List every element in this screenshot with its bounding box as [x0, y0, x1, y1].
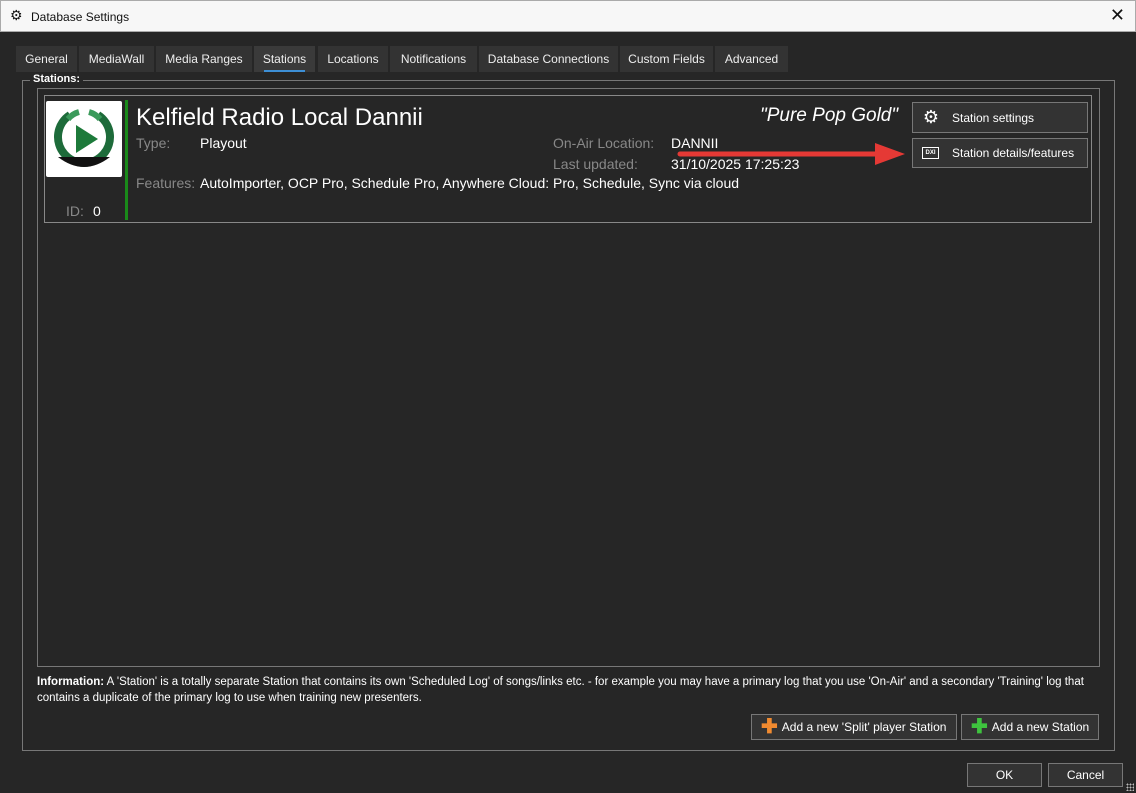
- close-button[interactable]: ✕: [1110, 5, 1125, 26]
- add-split-label: Add a new 'Split' player Station: [781, 720, 947, 734]
- information-text: Information: A 'Station' is a totally se…: [37, 674, 1097, 706]
- tab-locations[interactable]: Locations: [318, 46, 388, 72]
- tab-stations[interactable]: Stations: [254, 46, 315, 72]
- group-label: Stations:: [30, 73, 84, 85]
- station-details-button[interactable]: DXI Station details/features: [912, 138, 1088, 168]
- type-value: Playout: [200, 135, 247, 151]
- updated-label: Last updated:: [553, 156, 638, 172]
- add-split-station-button[interactable]: ✚ Add a new 'Split' player Station: [751, 714, 957, 740]
- station-slogan: "Pure Pop Gold": [760, 105, 899, 126]
- info-body: A 'Station' is a totally separate Statio…: [37, 676, 1084, 704]
- tab-custom-fields[interactable]: Custom Fields: [620, 46, 713, 72]
- gear-icon: ⚙: [10, 7, 23, 23]
- info-heading: Information:: [37, 676, 105, 688]
- annotation-arrow: [677, 143, 905, 165]
- resize-grip[interactable]: [1126, 783, 1134, 791]
- dxi-icon: DXI: [922, 147, 939, 159]
- orange-plus-icon: ✚: [761, 716, 778, 738]
- add-station-button[interactable]: ✚ Add a new Station: [961, 714, 1099, 740]
- station-name: Kelfield Radio Local Dannii: [136, 104, 423, 131]
- onair-label: On-Air Location:: [553, 135, 655, 151]
- title-bar: ⚙ Database Settings ✕: [0, 0, 1136, 32]
- tab-database-connections[interactable]: Database Connections: [479, 46, 618, 72]
- station-settings-button[interactable]: ⚙ Station settings: [912, 102, 1088, 133]
- window-title: Database Settings: [31, 10, 130, 24]
- type-label: Type:: [136, 135, 171, 151]
- station-logo: [46, 101, 122, 177]
- add-station-label: Add a new Station: [991, 720, 1090, 734]
- features-label: Features:: [136, 175, 196, 191]
- play-logo-icon: [54, 109, 114, 167]
- tab-media-ranges[interactable]: Media Ranges: [156, 46, 252, 72]
- station-details-label: Station details/features: [952, 146, 1075, 160]
- features-value: AutoImporter, OCP Pro, Schedule Pro, Any…: [200, 175, 740, 191]
- tab-mediawall[interactable]: MediaWall: [79, 46, 154, 72]
- ok-button[interactable]: OK: [967, 763, 1042, 787]
- tab-notifications[interactable]: Notifications: [390, 46, 477, 72]
- tab-advanced[interactable]: Advanced: [715, 46, 788, 72]
- id-label: ID:: [66, 203, 84, 219]
- green-plus-icon: ✚: [971, 716, 988, 738]
- station-status-bar: [125, 100, 128, 220]
- cancel-button[interactable]: Cancel: [1048, 763, 1123, 787]
- station-settings-label: Station settings: [952, 110, 1035, 125]
- tab-general[interactable]: General: [16, 46, 77, 72]
- gear-icon: ⚙: [922, 107, 940, 127]
- id-value: 0: [93, 203, 101, 219]
